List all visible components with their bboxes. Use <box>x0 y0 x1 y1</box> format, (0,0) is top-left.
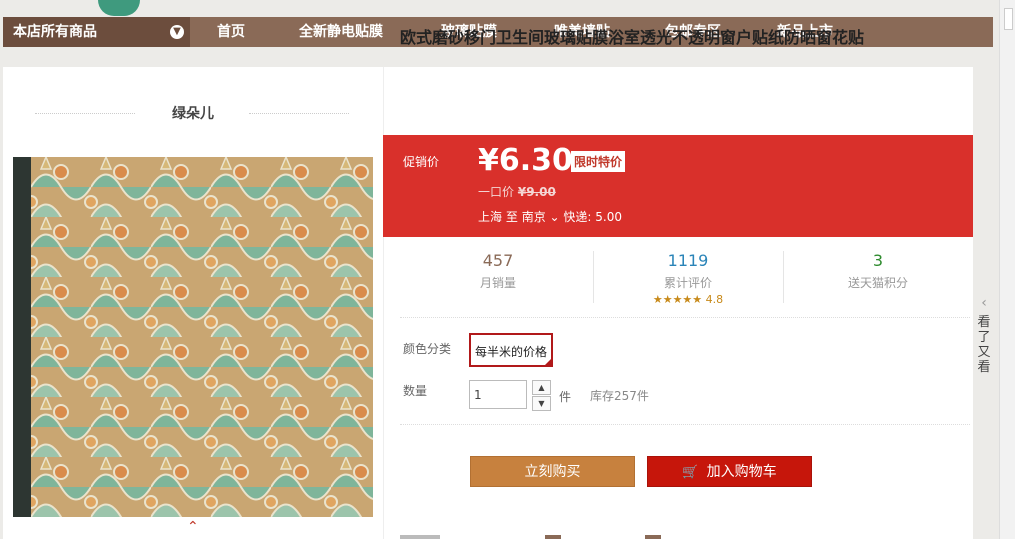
reward-points-value: 3 <box>872 251 884 270</box>
nav-item-home[interactable]: 首页 <box>217 17 245 47</box>
chevron-up-icon[interactable]: ⌃ <box>187 519 199 535</box>
cut-off-swatch <box>645 535 661 539</box>
monthly-sales: 457 月销量 <box>403 251 593 291</box>
cut-off-row <box>400 535 970 539</box>
scrollbar-thumb[interactable] <box>1004 8 1013 30</box>
divider <box>400 317 970 318</box>
stats-row: 457 月销量 1119 累计评价 ★★★★★ 4.8 3 送天猫积分 <box>403 237 973 315</box>
see-also-tab[interactable]: ‹ 看了又看 <box>977 295 991 376</box>
shop-logo <box>98 0 140 16</box>
stock-count: 库存257件 <box>590 389 649 403</box>
chevron-down-icon: ⌄ <box>545 210 560 224</box>
color-option-label: 颜色分类 <box>403 342 452 356</box>
divider <box>249 113 349 114</box>
ship-to-select[interactable]: 南京 ⌄ <box>522 210 560 224</box>
price-section: 促销价 ¥6.30 限时特价 一口价 ¥9.00 上海 至 南京 ⌄ 快递: 5… <box>383 135 973 237</box>
original-price-row: 一口价 ¥9.00 <box>478 183 556 200</box>
see-also-label: 看了又看 <box>977 315 991 375</box>
gallery-column: 绿朵儿 ⌃ <box>3 67 384 539</box>
quantity-label: 数量 <box>403 384 428 398</box>
rating-value: 4.8 <box>705 293 724 306</box>
rating: ★★★★★ 4.8 <box>593 293 783 306</box>
cut-off-swatch <box>545 535 561 539</box>
quantity-input[interactable]: 1 <box>469 380 527 409</box>
quantity-decrease-button[interactable]: ▼ <box>532 396 551 411</box>
monthly-sales-value: 457 <box>482 251 514 270</box>
add-to-cart-label: 加入购物车 <box>706 464 777 480</box>
selected-check-icon <box>544 358 552 366</box>
reward-points: 3 送天猫积分 <box>783 251 973 291</box>
product-image[interactable] <box>13 157 373 517</box>
ship-fee: 快递: 5.00 <box>563 210 622 224</box>
star-icon: ★★★★★ <box>652 293 703 306</box>
shipping-row: 上海 至 南京 ⌄ 快递: 5.00 <box>478 208 622 225</box>
ship-from: 上海 <box>478 210 503 224</box>
color-option-text: 每半米的价格 <box>474 345 547 359</box>
chevron-down-icon: ▼ <box>170 25 184 39</box>
promo-price-label: 促销价 <box>403 155 440 169</box>
limited-offer-badge: 限时特价 <box>571 151 626 172</box>
ship-to-word: 至 <box>505 210 518 224</box>
review-count-label: 累计评价 <box>663 276 712 290</box>
monthly-sales-label: 月销量 <box>479 276 516 290</box>
chevron-left-icon: ‹ <box>981 295 987 311</box>
promo-price: ¥6.30 <box>478 143 573 178</box>
add-to-cart-button[interactable]: 🛒 加入购物车 <box>647 456 812 487</box>
cart-icon: 🛒 <box>682 465 699 480</box>
original-price-label: 一口价 <box>478 185 515 199</box>
buy-now-button[interactable]: 立刻购买 <box>470 456 635 487</box>
ship-to: 南京 <box>521 210 546 224</box>
reward-points-label: 送天猫积分 <box>847 276 908 290</box>
nav-item-static-film[interactable]: 全新静电贴膜 <box>299 17 383 47</box>
divider <box>400 424 970 425</box>
stained-glass-pattern <box>31 157 373 517</box>
review-count[interactable]: 1119 累计评价 ★★★★★ 4.8 <box>593 251 783 306</box>
all-products-menu[interactable]: 本店所有商品 ▼ <box>3 17 190 47</box>
quantity-increase-button[interactable]: ▲ <box>532 380 551 395</box>
review-count-value: 1119 <box>667 251 709 270</box>
quantity-unit: 件 <box>559 390 572 404</box>
color-option-half-meter[interactable]: 每半米的价格 <box>469 333 553 367</box>
product-title: 欧式磨砂移门卫生间玻璃贴膜浴室透光不透明窗户贴纸防晒窗花贴 <box>400 28 865 47</box>
window-frame <box>13 157 31 517</box>
cut-off-text <box>400 535 440 539</box>
page-scrollbar[interactable] <box>999 0 1015 539</box>
original-price: ¥9.00 <box>517 185 556 199</box>
all-products-label: 本店所有商品 <box>13 24 97 40</box>
